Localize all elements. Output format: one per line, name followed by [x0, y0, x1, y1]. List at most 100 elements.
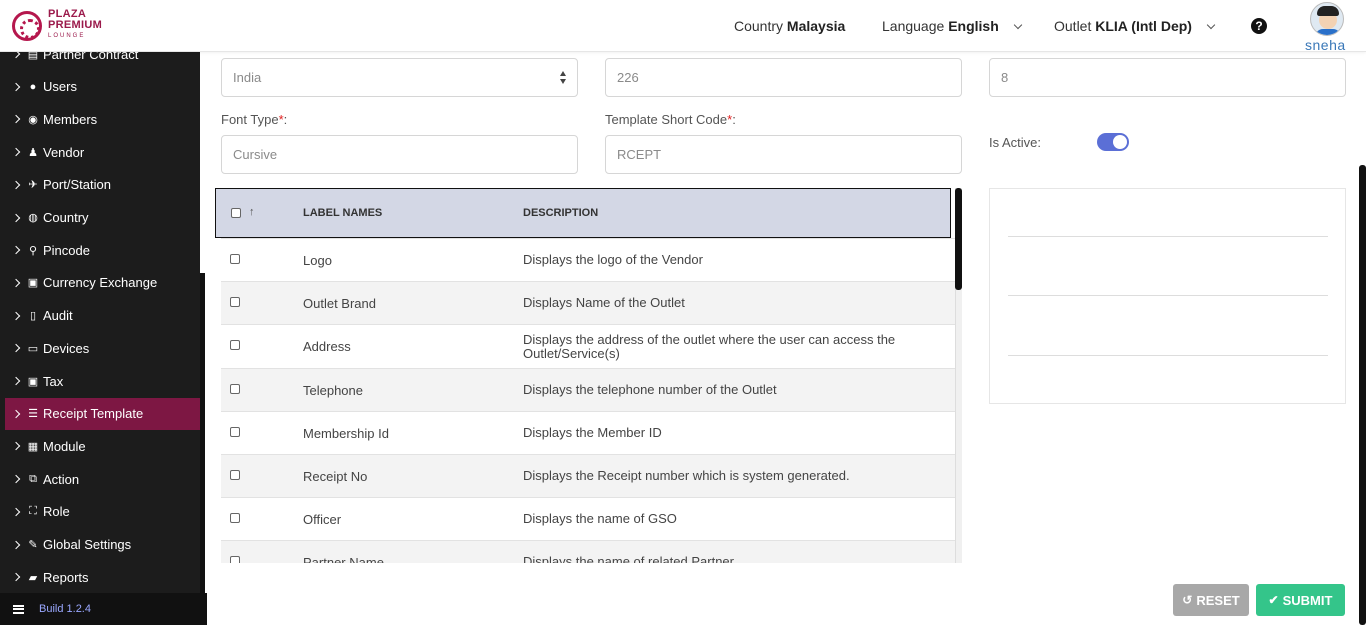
menu-icon[interactable]	[13, 604, 24, 614]
input-field-2[interactable]: 226	[605, 58, 962, 97]
undo-icon: ↺	[1182, 593, 1193, 607]
is-active-toggle[interactable]	[1097, 133, 1129, 151]
chevron-right-icon	[11, 507, 21, 517]
row-description: Displays the name of GSO	[523, 511, 677, 527]
chevron-right-icon	[11, 572, 21, 582]
sidebar-item-pincode[interactable]: ⚲ Pincode	[0, 234, 200, 266]
external-link-icon: ⧉	[29, 472, 37, 485]
wrench-icon: ✎	[28, 539, 38, 551]
chevron-right-icon	[11, 442, 21, 451]
logo-line-3: LOUNGE	[48, 33, 86, 39]
money-icon: ▣	[27, 375, 39, 388]
submit-button[interactable]: ✔ SUBMIT	[1256, 584, 1345, 616]
logo-mark-icon	[12, 10, 42, 41]
build-version: Build 1.2.4	[39, 603, 91, 615]
sidebar-item-action[interactable]: ⧉ Action	[0, 463, 200, 495]
sidebar-item-receipt-template[interactable]: ☰ Receipt Template	[5, 397, 200, 430]
sidebar-item-label: Vendor	[43, 144, 85, 160]
preview-line	[1008, 355, 1328, 356]
sidebar-item-devices[interactable]: ▭ Devices	[0, 332, 200, 364]
plane-icon: ✈	[28, 179, 38, 192]
row-description: Displays the telephone number of the Out…	[523, 381, 777, 397]
sidebar-item-label: Receipt Template	[43, 406, 144, 422]
sidebar-item-reports[interactable]: ▰ Reports	[0, 561, 200, 593]
chevron-right-icon	[11, 311, 21, 320]
row-checkbox[interactable]	[230, 340, 240, 351]
sidebar-item-users[interactable]: ● Users	[0, 71, 200, 103]
row-label-name: Address	[303, 339, 351, 355]
sidebar-item-partner-contract[interactable]: ▤ Partner Contract	[0, 50, 200, 70]
language-dropdown[interactable]: Language English	[882, 18, 1022, 34]
list-alt-icon: ☰	[28, 408, 38, 421]
reset-button[interactable]: ↺ RESET	[1173, 584, 1249, 616]
sidebar-item-country[interactable]: ◍ Country	[0, 202, 200, 234]
row-checkbox[interactable]	[230, 470, 240, 480]
chevron-right-icon	[11, 213, 21, 222]
sidebar-item-label: Action	[43, 471, 80, 487]
sidebar-item-label: Currency Exchange	[43, 275, 158, 291]
person-icon: ♟	[28, 146, 38, 159]
font-type-input[interactable]: Cursive	[221, 135, 578, 174]
table-row: Membership Id Displays the Member ID	[221, 410, 955, 454]
row-label-name: Logo	[303, 253, 332, 268]
row-checkbox[interactable]	[230, 254, 240, 264]
chevron-down-icon	[1206, 20, 1216, 30]
row-checkbox[interactable]	[230, 426, 240, 437]
users-icon: ◉	[28, 113, 38, 126]
table-row: Receipt No Displays the Receipt number wh…	[221, 454, 955, 497]
row-description: Displays Name of the Outlet	[523, 295, 685, 311]
col-header-label-names[interactable]: LABEL NAMES	[303, 207, 382, 219]
laptop-icon: ▭	[27, 342, 39, 355]
row-checkbox[interactable]	[230, 383, 240, 394]
row-description: Displays the name of related Partner	[523, 554, 734, 563]
plaza-premium-logo[interactable]: PLAZA PREMIUM LOUNGE	[12, 9, 102, 42]
outlet-value: KLIA (Intl Dep)	[1095, 18, 1192, 34]
short-code-label: Template Short Code*:	[605, 112, 736, 127]
sidebar-item-role[interactable]: ⛶ Role	[0, 496, 200, 528]
row-checkbox[interactable]	[230, 297, 240, 308]
sidebar-item-global-settings[interactable]: ✎ Global Settings	[0, 529, 200, 561]
language-value: English	[948, 18, 999, 34]
col-header-description[interactable]: DESCRIPTION	[523, 207, 598, 219]
check-icon: ✔	[1268, 593, 1279, 607]
is-active-label: Is Active:	[989, 135, 1042, 150]
country-select[interactable]: India	[221, 58, 578, 97]
row-checkbox[interactable]	[230, 556, 240, 563]
sidebar-scrollbar[interactable]	[200, 273, 205, 593]
chevron-right-icon	[11, 245, 21, 255]
outlet-dropdown[interactable]: Outlet KLIA (Intl Dep)	[1054, 18, 1216, 34]
sidebar-item-audit[interactable]: ▯ Audit	[0, 300, 200, 332]
sidebar-item-label: Tax	[43, 373, 64, 389]
help-icon[interactable]: ?	[1251, 18, 1267, 34]
sidebar-footer: Build 1.2.4	[0, 593, 207, 625]
book-icon: ▰	[28, 571, 38, 584]
user-avatar[interactable]	[1310, 2, 1344, 36]
sidebar-item-label: Port/Station	[43, 177, 111, 193]
row-description: Displays the Member ID	[523, 424, 662, 440]
sidebar-item-label: Audit	[43, 308, 73, 324]
row-label-name: Outlet Brand	[303, 296, 376, 312]
sidebar-item-members[interactable]: ◉ Members	[0, 103, 200, 135]
row-description: Displays the address of the outlet where…	[523, 332, 896, 362]
page-scrollbar[interactable]	[1359, 165, 1366, 625]
chevron-right-icon	[11, 540, 21, 549]
font-type-label: Font Type*:	[221, 112, 288, 127]
sidebar-item-tax[interactable]: ▣ Tax	[0, 365, 200, 397]
sort-arrow-icon[interactable]: ↑	[249, 206, 255, 218]
input-field-3[interactable]: 8	[989, 58, 1346, 97]
sidebar-item-vendor[interactable]: ♟ Vendor	[0, 136, 200, 168]
select-all-checkbox[interactable]	[231, 208, 241, 218]
sidebar-item-module[interactable]: ▦ Module	[0, 430, 200, 462]
short-code-input[interactable]: RCEPT	[605, 135, 962, 174]
table-scrollbar-thumb[interactable]	[955, 188, 962, 290]
sidebar-item-currency-exchange[interactable]: ▣ Currency Exchange	[0, 267, 200, 299]
preview-line	[1008, 236, 1328, 237]
row-label-name: Receipt No	[303, 469, 368, 484]
username[interactable]: sneha	[1305, 37, 1346, 53]
sidebar-item-label: Module	[43, 438, 86, 454]
sidebar-item-label: Members	[43, 111, 98, 127]
select-arrows-icon	[559, 71, 567, 85]
row-checkbox[interactable]	[230, 513, 240, 524]
chevron-right-icon	[11, 376, 21, 386]
sidebar-item-port-station[interactable]: ✈ Port/Station	[0, 169, 200, 201]
